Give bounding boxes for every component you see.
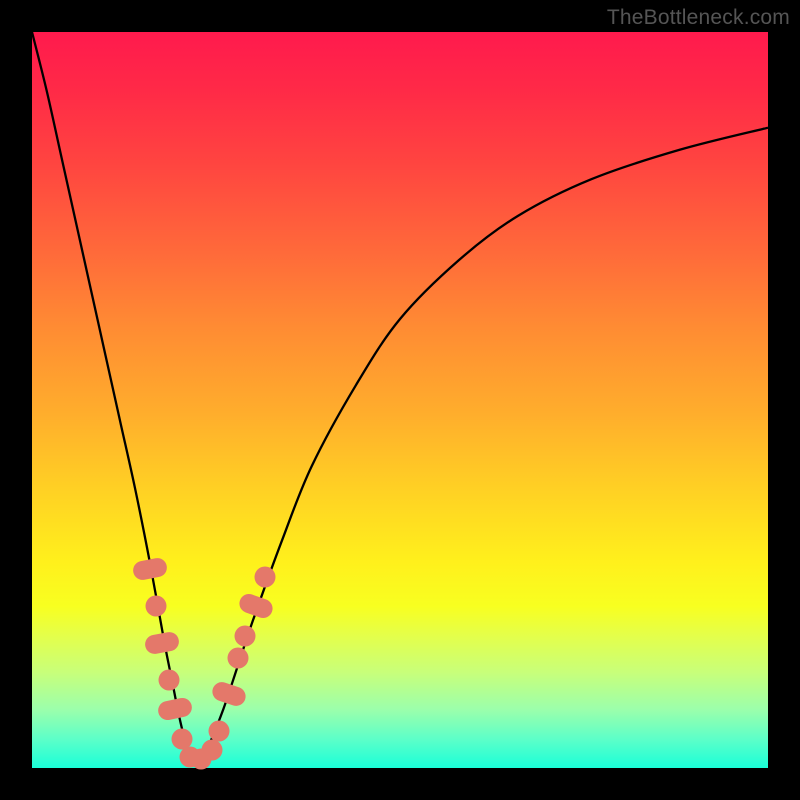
plot-area — [32, 32, 768, 768]
watermark-text: TheBottleneck.com — [607, 6, 790, 30]
chart-container: TheBottleneck.com — [0, 0, 800, 800]
marker-right_branch — [235, 625, 256, 646]
marker-right_branch — [228, 647, 249, 668]
marker-right_branch — [254, 566, 275, 587]
curve-svg — [32, 32, 768, 768]
marker-right_branch — [208, 721, 229, 742]
bottleneck-curve — [32, 32, 768, 762]
marker-left_branch — [158, 669, 179, 690]
marker-trough — [201, 740, 222, 761]
marker-left_branch — [145, 596, 166, 617]
